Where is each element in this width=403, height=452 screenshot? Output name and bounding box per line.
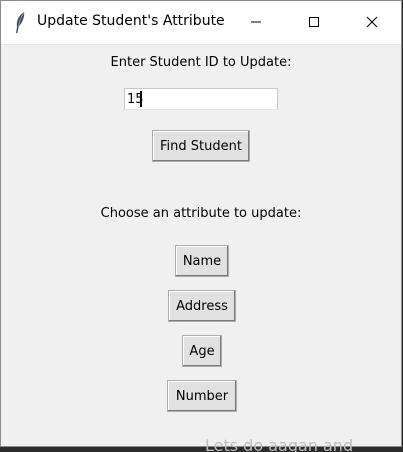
background-window-text: Lets do aagan and: [205, 438, 354, 452]
close-icon: [366, 13, 378, 32]
feather-icon: [13, 11, 27, 35]
age-button[interactable]: Age: [182, 335, 222, 367]
minimize-icon: [250, 13, 262, 32]
number-button[interactable]: Number: [167, 380, 237, 412]
minimize-button[interactable]: [227, 1, 285, 44]
student-id-input[interactable]: [124, 88, 278, 110]
close-button[interactable]: [343, 1, 401, 44]
choose-attribute-label: Choose an attribute to update:: [100, 206, 302, 221]
maximize-button[interactable]: [285, 1, 343, 44]
address-button[interactable]: Address: [168, 290, 236, 322]
maximize-icon: [308, 13, 320, 32]
title-bar[interactable]: Update Student's Attribute: [1, 1, 401, 45]
find-student-button[interactable]: Find Student: [152, 130, 250, 162]
text-cursor: [140, 91, 142, 107]
name-button[interactable]: Name: [175, 245, 229, 277]
update-student-window: Update Student's Attribute Enter Student…: [0, 0, 402, 447]
student-id-label: Enter Student ID to Update:: [110, 55, 292, 70]
window-title: Update Student's Attribute: [37, 13, 225, 29]
